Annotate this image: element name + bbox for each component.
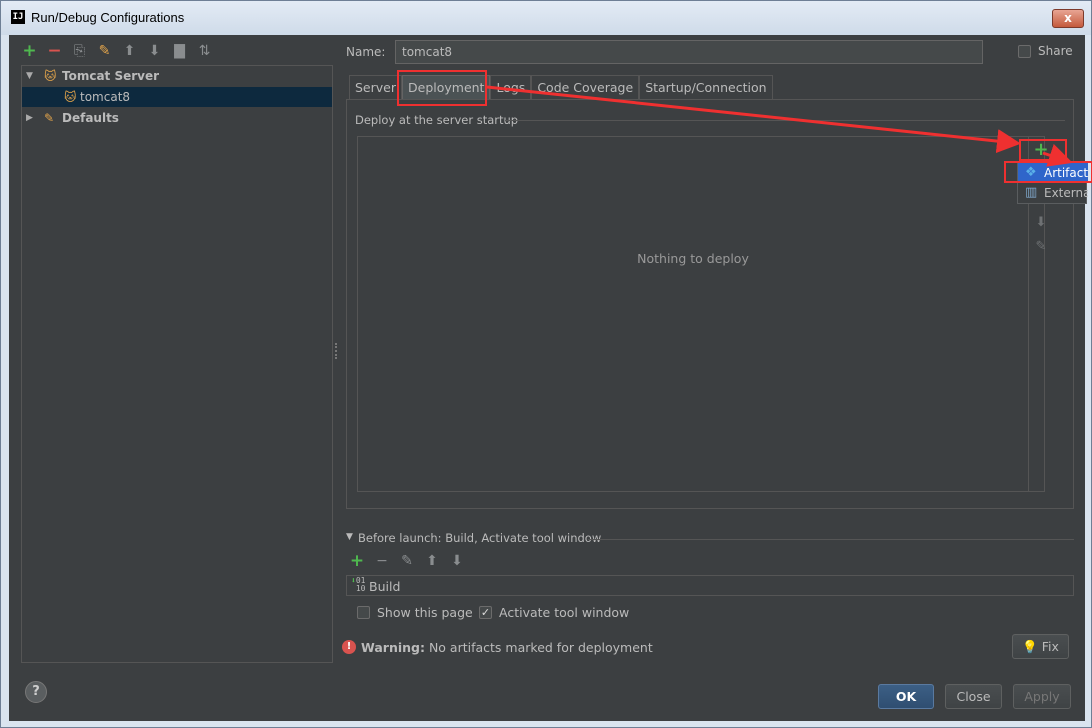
tomcat-icon: 🐱 bbox=[44, 69, 57, 83]
collapsed-arrow-icon[interactable]: ▶ bbox=[26, 108, 36, 128]
before-launch-task-build[interactable]: ⬇01 10 Build bbox=[346, 575, 1074, 596]
empty-list-text: Nothing to deploy bbox=[637, 251, 749, 266]
sort-icon[interactable]: ⇅ bbox=[196, 43, 213, 60]
external-source-icon: ▥ bbox=[1025, 185, 1038, 200]
annotation-box-add-button bbox=[1019, 139, 1067, 161]
move-down-icon[interactable]: ⬇ bbox=[146, 43, 163, 60]
move-up-icon[interactable]: ⬆ bbox=[121, 43, 138, 60]
activate-tool-window-label: Activate tool window bbox=[499, 605, 630, 620]
ok-button[interactable]: OK bbox=[878, 684, 934, 709]
tree-item-tomcat8[interactable]: 🐱 tomcat8 bbox=[22, 87, 332, 107]
remove-icon[interactable]: − bbox=[46, 42, 63, 60]
add-icon[interactable]: + bbox=[21, 42, 38, 60]
deploy-group-title: Deploy at the server startup bbox=[355, 113, 519, 127]
tree-item-defaults[interactable]: ▶ ✎ Defaults bbox=[22, 108, 332, 128]
intellij-app-icon: IJ bbox=[11, 10, 25, 24]
move-down-icon[interactable]: ⬇ bbox=[1029, 215, 1053, 230]
wrench-icon: ✎ bbox=[44, 111, 55, 125]
before-launch-toolbar: + − ✎ ⬆ ⬇ bbox=[349, 553, 465, 570]
fix-button[interactable]: 💡 Fix bbox=[1012, 634, 1069, 659]
before-launch-collapse-icon[interactable]: ▼ bbox=[346, 532, 353, 542]
lightbulb-icon: 💡 bbox=[1022, 639, 1038, 654]
move-up-icon[interactable]: ⬆ bbox=[424, 553, 440, 570]
title-bar: IJ Run/Debug Configurations x bbox=[1, 1, 1091, 35]
apply-button[interactable]: Apply bbox=[1013, 684, 1071, 709]
tab-code-coverage[interactable]: Code Coverage bbox=[531, 75, 640, 99]
popup-item-label: External bbox=[1044, 186, 1088, 200]
folder-icon[interactable]: ▇ bbox=[171, 43, 188, 60]
tree-item-label: Defaults bbox=[62, 111, 119, 125]
warning-icon: ! bbox=[342, 640, 356, 654]
show-this-page-checkbox[interactable] bbox=[357, 606, 370, 619]
share-label: Share bbox=[1038, 44, 1073, 58]
move-down-icon[interactable]: ⬇ bbox=[449, 553, 465, 570]
remove-icon[interactable]: − bbox=[374, 553, 390, 570]
share-checkbox[interactable] bbox=[1018, 45, 1031, 58]
tomcat-icon: 🐱 bbox=[64, 90, 77, 104]
fix-label: Fix bbox=[1041, 639, 1059, 654]
activate-tool-window-checkbox[interactable]: ✓ bbox=[479, 606, 492, 619]
tab-server[interactable]: Server bbox=[349, 75, 402, 99]
name-input[interactable]: tomcat8 bbox=[395, 40, 983, 64]
window-title: Run/Debug Configurations bbox=[31, 10, 185, 25]
copy-icon[interactable]: ⎘ bbox=[71, 43, 88, 60]
edit-icon[interactable]: ✎ bbox=[1029, 239, 1053, 254]
tree-item-tomcat-server[interactable]: ▼ 🐱 Tomcat Server bbox=[22, 66, 332, 86]
before-launch-title[interactable]: Before launch: Build, Activate tool wind… bbox=[358, 531, 601, 545]
configurations-toolbar: + − ⎘ ✎ ⬆ ⬇ ▇ ⇅ bbox=[21, 41, 213, 61]
close-button[interactable]: Close bbox=[945, 684, 1002, 709]
annotation-box-deployment-tab bbox=[397, 70, 487, 106]
run-debug-configurations-window: IJ Run/Debug Configurations x + − ⎘ ✎ ⬆ … bbox=[0, 0, 1092, 728]
popup-item-external[interactable]: ▥ External bbox=[1018, 183, 1088, 203]
configurations-tree[interactable]: ▼ 🐱 Tomcat Server 🐱 tomcat8 ▶ ✎ Defaults bbox=[21, 65, 333, 663]
help-icon[interactable]: ? bbox=[25, 681, 47, 703]
edit-icon[interactable]: ✎ bbox=[399, 553, 415, 570]
warning-prefix: Warning: bbox=[361, 640, 425, 655]
warning-message: Warning: No artifacts marked for deploym… bbox=[361, 640, 653, 655]
add-icon[interactable]: + bbox=[349, 553, 365, 570]
tree-item-label: Tomcat Server bbox=[62, 69, 160, 83]
warning-text: No artifacts marked for deployment bbox=[424, 640, 653, 655]
deploy-list[interactable]: Nothing to deploy + ⬇ ✎ bbox=[357, 136, 1049, 492]
dialog-content: + − ⎘ ✎ ⬆ ⬇ ▇ ⇅ ▼ 🐱 Tomcat Server 🐱 tomc… bbox=[9, 35, 1088, 721]
tree-item-label: tomcat8 bbox=[80, 90, 131, 104]
tab-logs[interactable]: Logs bbox=[490, 75, 532, 99]
group-divider bbox=[588, 539, 1074, 540]
deployment-panel: Deploy at the server startup Nothing to … bbox=[346, 99, 1074, 509]
wrench-icon[interactable]: ✎ bbox=[96, 43, 113, 60]
group-divider bbox=[505, 120, 1065, 121]
window-close-button[interactable]: x bbox=[1052, 9, 1084, 28]
build-label: Build bbox=[369, 579, 401, 594]
annotation-box-artifact-item bbox=[1004, 161, 1092, 183]
show-this-page-label: Show this page bbox=[377, 605, 473, 620]
tab-startup-connection[interactable]: Startup/Connection bbox=[639, 75, 773, 99]
build-icon: ⬇01 10 bbox=[351, 576, 366, 593]
name-label: Name: bbox=[346, 45, 386, 59]
expanded-arrow-icon[interactable]: ▼ bbox=[26, 66, 36, 86]
splitter-handle[interactable] bbox=[335, 343, 339, 359]
